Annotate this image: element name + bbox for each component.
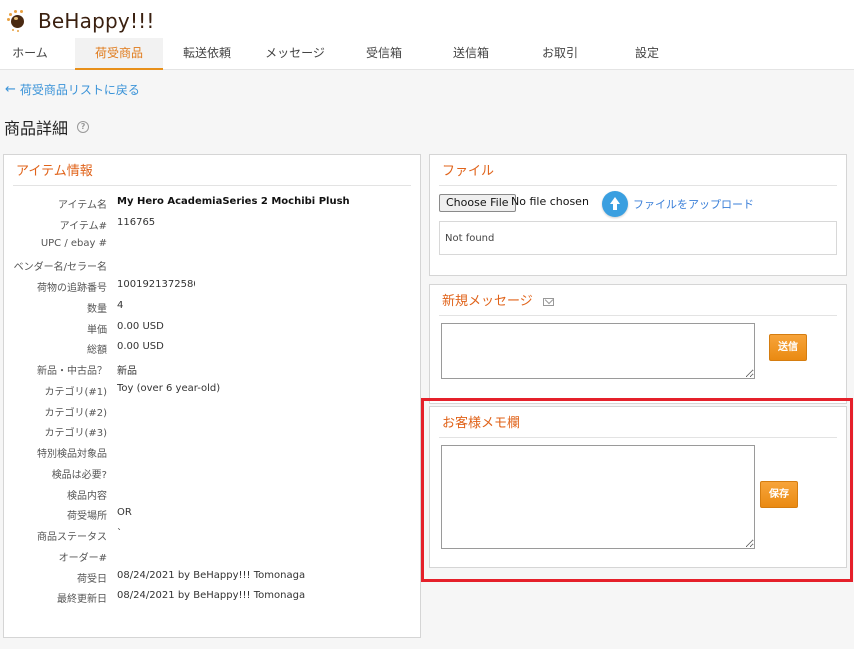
info-label: ベンダー名/セラー名 bbox=[13, 262, 107, 274]
info-label: カテゴリ(#1) bbox=[44, 386, 107, 398]
page-title: 商品詳細 ? bbox=[4, 115, 90, 139]
info-row: 検品内容 bbox=[4, 487, 414, 502]
info-value: 08/24/2021 by BeHappy!!! Tomonaga bbox=[117, 590, 306, 602]
top-bar: BeHappy!!! ホーム 荷受商品 転送依頼 メッセージ 受信箱 送信箱 お… bbox=[0, 0, 854, 70]
logo-icon bbox=[6, 9, 30, 33]
info-row: カテゴリ(#1) Toy (over 6 year-old) bbox=[4, 382, 414, 398]
item-info-title: アイテム情報 bbox=[13, 155, 411, 186]
info-label: 検品は必要? bbox=[51, 469, 107, 481]
info-label: 検品内容 bbox=[67, 490, 107, 502]
new-message-panel: 新規メッセージ 送信 bbox=[429, 284, 847, 404]
info-row: 荷物の追跡番号 1001921372580( bbox=[4, 279, 414, 294]
info-row: 数量 4 bbox=[4, 299, 414, 315]
customer-memo-title: お客様メモ欄 bbox=[439, 407, 837, 438]
info-row: カテゴリ(#3) bbox=[4, 424, 414, 440]
memo-textarea[interactable] bbox=[441, 445, 755, 549]
info-label: 荷物の追跡番号 bbox=[37, 283, 107, 294]
info-label: 最終更新日 bbox=[57, 594, 107, 606]
nav-messages[interactable]: メッセージ bbox=[258, 38, 332, 70]
info-row: 荷受場所 OR bbox=[4, 507, 414, 523]
info-value: 新品 bbox=[117, 366, 137, 377]
info-label: 単価 bbox=[87, 324, 107, 336]
nav-received-items[interactable]: 荷受商品 bbox=[75, 38, 163, 70]
nav-settings[interactable]: 設定 bbox=[622, 38, 672, 70]
info-label: 数量 bbox=[87, 303, 107, 315]
envelope-icon bbox=[542, 297, 554, 306]
info-row: 最終更新日 08/24/2021 by BeHappy!!! Tomonaga bbox=[4, 590, 414, 606]
info-value: 1001921372580( bbox=[117, 279, 195, 290]
info-value: 0.00 USD bbox=[117, 341, 164, 353]
info-row: 新品・中古品？ 新品 bbox=[4, 362, 414, 377]
nav-inbox[interactable]: 受信箱 bbox=[354, 38, 414, 70]
info-row: 荷受日 08/24/2021 by BeHappy!!! Tomonaga bbox=[4, 569, 414, 585]
info-value: 4 bbox=[117, 299, 124, 311]
nav-forward-request[interactable]: 転送依頼 bbox=[176, 38, 238, 70]
info-row: 単価 0.00 USD bbox=[4, 320, 414, 336]
info-label: オーダー# bbox=[58, 552, 107, 564]
file-panel-title: ファイル bbox=[439, 155, 837, 186]
info-row: 特別検品対象品 bbox=[4, 445, 414, 460]
info-value: ` bbox=[117, 528, 122, 539]
info-label: 荷受日 bbox=[77, 573, 107, 585]
info-row: カテゴリ(#2) bbox=[4, 404, 414, 419]
item-info-panel: アイテム情報 アイテム名 My Hero AcademiaSeries 2 Moc… bbox=[3, 154, 421, 638]
file-list: Not found bbox=[439, 221, 837, 255]
nav-transactions[interactable]: お取引 bbox=[530, 38, 590, 70]
page-title-text: 商品詳細 bbox=[4, 119, 69, 138]
info-value: OR bbox=[117, 507, 132, 519]
nav-outbox[interactable]: 送信箱 bbox=[441, 38, 501, 70]
info-value: 0.00 USD bbox=[117, 320, 164, 332]
file-list-empty-text: Not found bbox=[445, 233, 495, 244]
message-textarea[interactable] bbox=[441, 323, 755, 379]
info-value: My Hero AcademiaSeries 2 Mochibi Plush bbox=[117, 196, 350, 207]
main-nav: ホーム 荷受商品 転送依頼 メッセージ 受信箱 送信箱 お取引 設定 bbox=[0, 38, 854, 70]
info-label: カテゴリ(#3) bbox=[44, 428, 107, 440]
new-message-title-text: 新規メッセージ bbox=[442, 294, 533, 309]
choose-file-button[interactable]: Choose File bbox=[439, 194, 516, 212]
info-row: アイテム# 116765 bbox=[4, 216, 414, 232]
customer-memo-panel: お客様メモ欄 保存 bbox=[429, 406, 847, 568]
info-row: 検品は必要? bbox=[4, 466, 414, 481]
info-label: 特別検品対象品 bbox=[37, 449, 107, 460]
info-row: 商品ステータス ` bbox=[4, 528, 414, 543]
nav-home[interactable]: ホーム bbox=[0, 38, 60, 70]
upload-icon[interactable] bbox=[602, 191, 628, 217]
upload-file-link[interactable]: ファイルをアップロード bbox=[633, 196, 754, 212]
info-value: Toy (over 6 year-old) bbox=[117, 382, 221, 394]
info-label: 荷受場所 bbox=[67, 511, 107, 523]
logo-text: BeHappy!!! bbox=[38, 9, 155, 33]
new-message-title: 新規メッセージ bbox=[439, 285, 837, 316]
send-button[interactable]: 送信 bbox=[769, 334, 807, 361]
info-value: 116765 bbox=[117, 216, 156, 228]
arrow-left-icon: ← bbox=[5, 82, 16, 97]
info-row: ベンダー名/セラー名 bbox=[4, 258, 414, 274]
file-panel: ファイル Choose File No file chosen ファイルをアップ… bbox=[429, 154, 847, 276]
info-label: 新品・中古品？ bbox=[37, 366, 107, 377]
info-row: UPC / ebay # bbox=[4, 238, 414, 252]
info-row: 総額 0.00 USD bbox=[4, 341, 414, 357]
info-row: アイテム名 My Hero AcademiaSeries 2 Mochibi Pl… bbox=[4, 196, 414, 211]
info-label: アイテム名 bbox=[58, 200, 107, 211]
save-button[interactable]: 保存 bbox=[760, 481, 798, 508]
info-row: オーダー# bbox=[4, 549, 414, 564]
info-label: アイテム# bbox=[59, 220, 107, 232]
info-label: 商品ステータス bbox=[37, 532, 107, 543]
logo[interactable]: BeHappy!!! bbox=[6, 8, 155, 34]
no-file-chosen-text: No file chosen bbox=[511, 195, 589, 208]
info-label: UPC / ebay # bbox=[40, 237, 107, 249]
back-link-label: 荷受商品リストに戻る bbox=[19, 83, 140, 97]
info-value: 08/24/2021 by BeHappy!!! Tomonaga bbox=[117, 569, 306, 581]
info-label: 総額 bbox=[87, 345, 107, 357]
info-label: カテゴリ(#2) bbox=[44, 407, 107, 419]
question-circle-icon[interactable]: ? bbox=[77, 121, 90, 133]
back-to-list-link[interactable]: ← 荷受商品リストに戻る bbox=[5, 81, 140, 98]
